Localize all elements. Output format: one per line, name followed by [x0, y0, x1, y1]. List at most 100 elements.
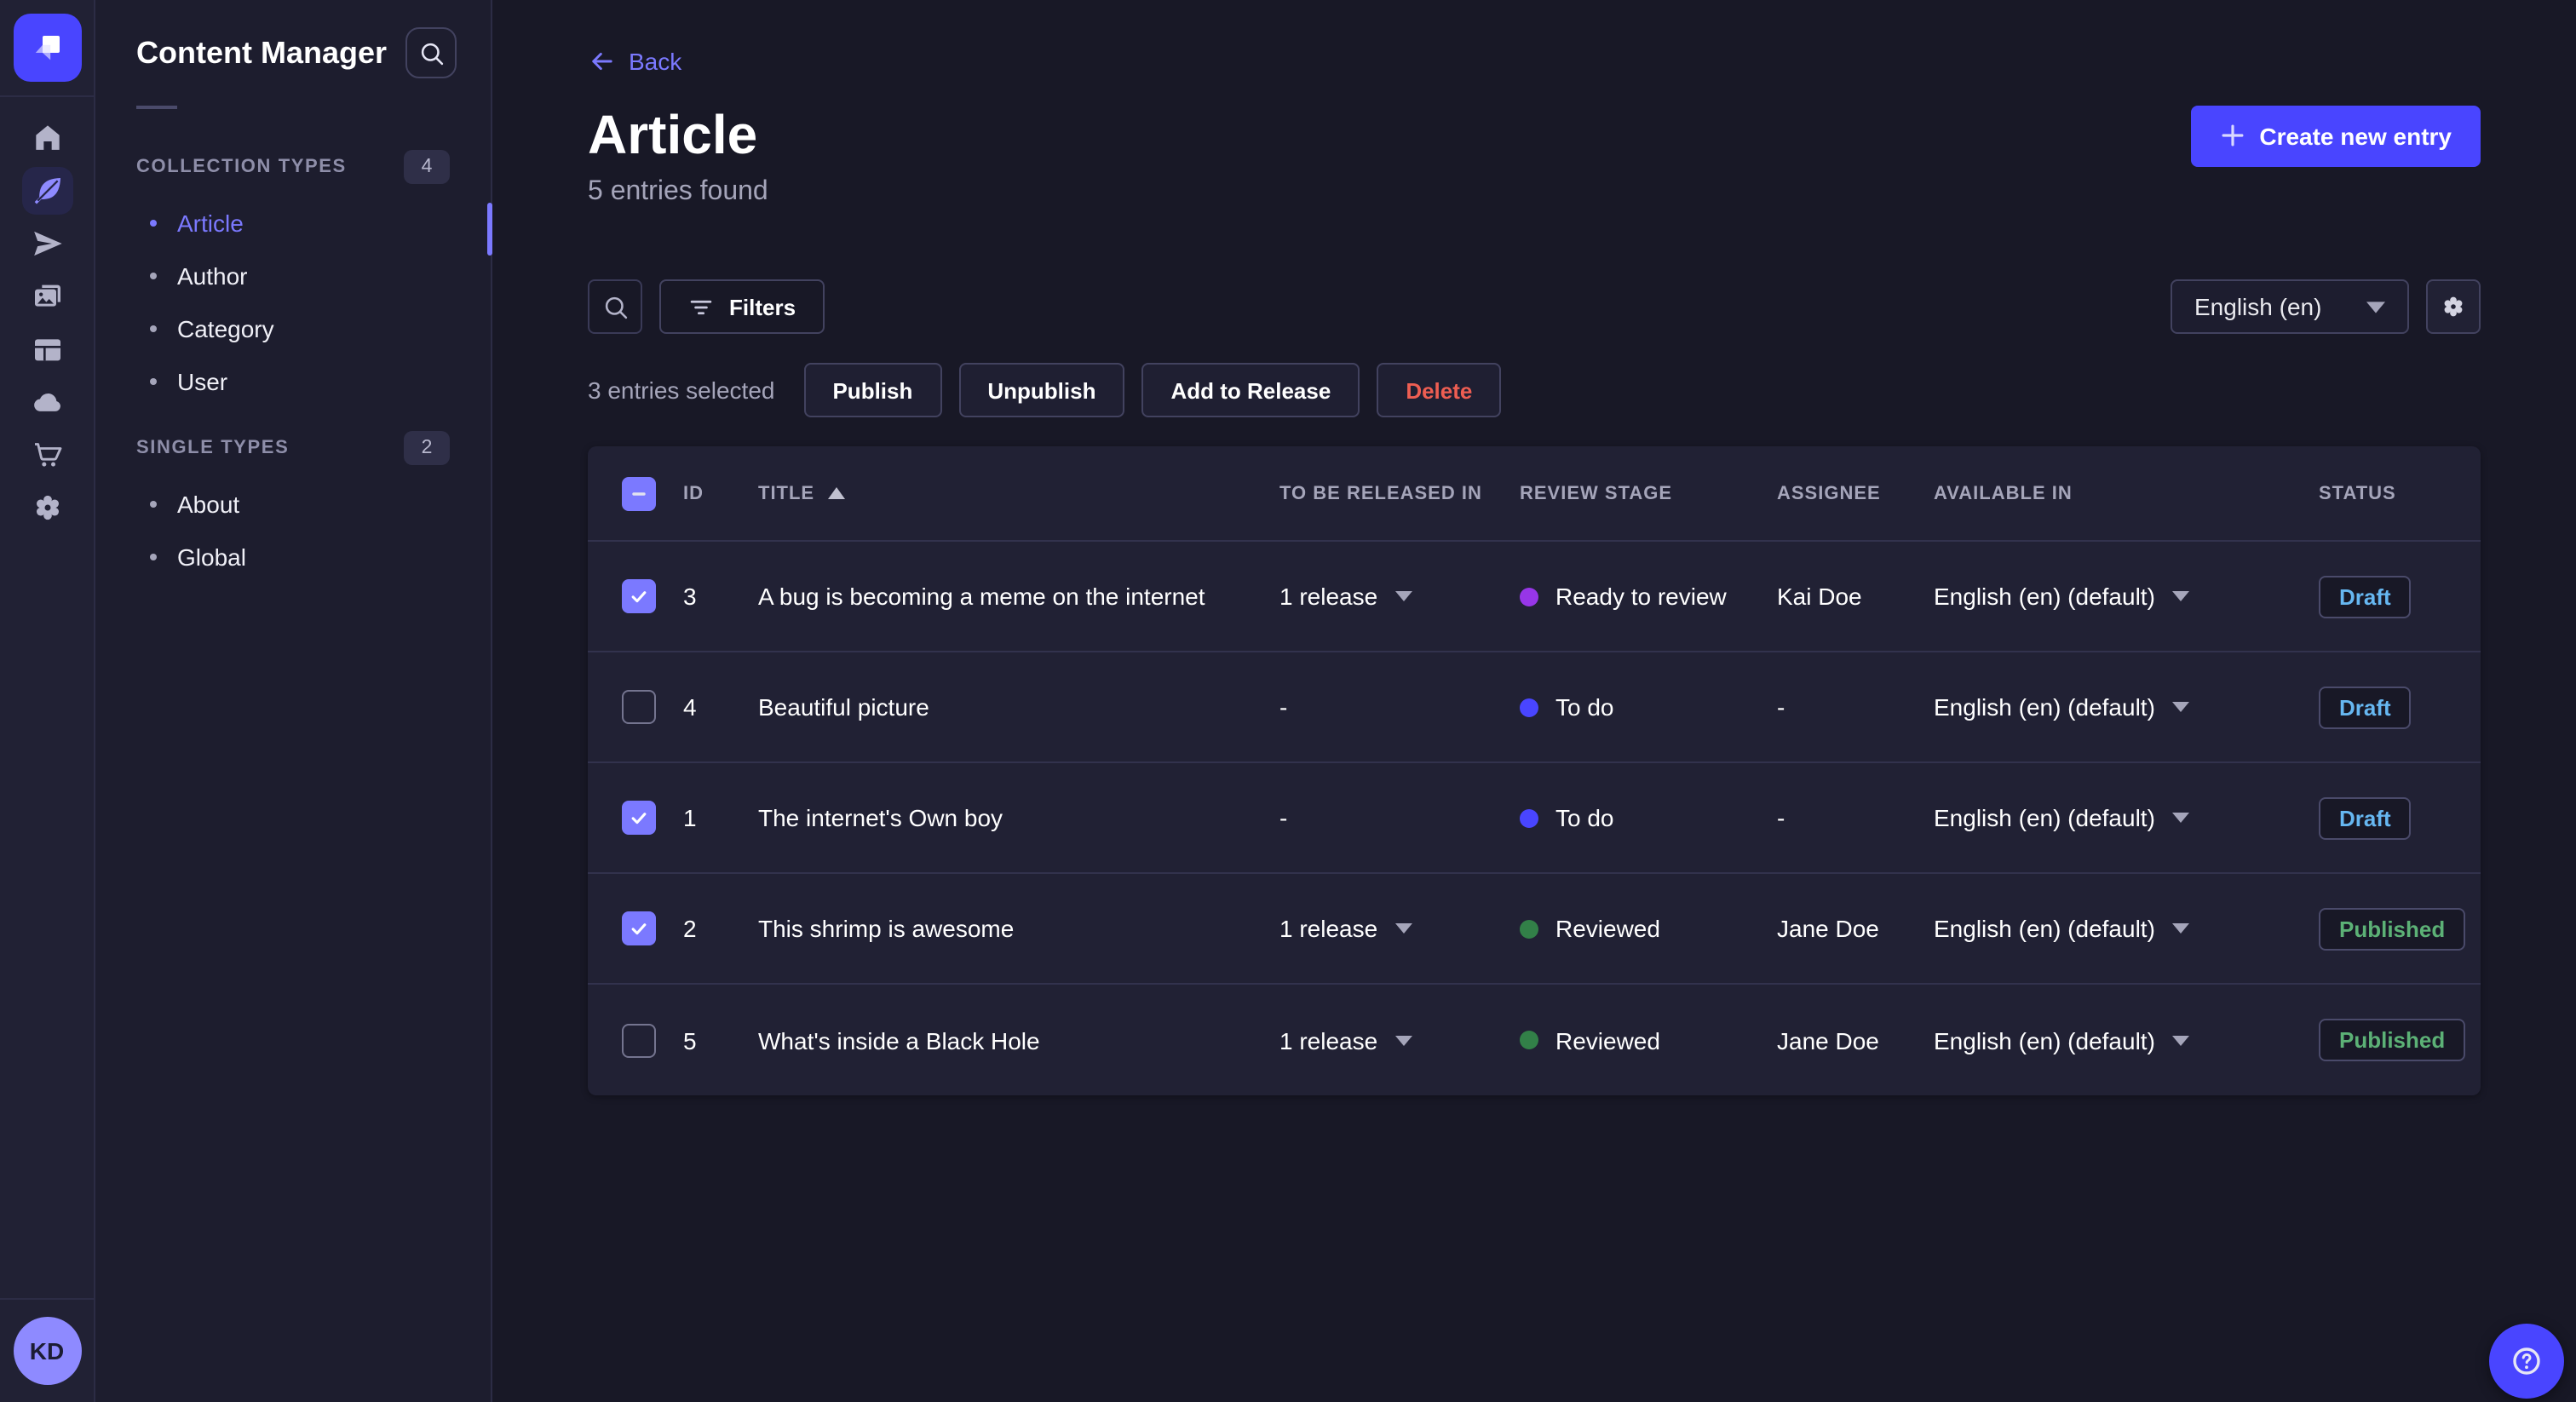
cell-released[interactable]: 1 release	[1279, 1026, 1520, 1054]
strapi-logo[interactable]	[13, 14, 81, 82]
column-header-id[interactable]: ID	[683, 483, 758, 503]
cell-assignee: -	[1777, 693, 1785, 721]
deploy-cloud-icon[interactable]	[21, 378, 72, 426]
content-manager-sidebar: Content Manager COLLECTION TYPES 4 Artic…	[95, 0, 492, 1402]
sidebar-item-global[interactable]: Global	[95, 530, 491, 583]
view-settings-button[interactable]	[2426, 279, 2481, 334]
back-link[interactable]: Back	[588, 48, 681, 75]
media-library-icon[interactable]	[21, 273, 72, 320]
help-button[interactable]	[2489, 1324, 2564, 1399]
user-avatar[interactable]: KD	[13, 1317, 81, 1385]
search-button[interactable]	[588, 279, 642, 334]
selection-count-text: 3 entries selected	[588, 376, 775, 404]
collection-types-list: Article Author Category User	[95, 196, 491, 407]
chevron-down-icon	[2171, 923, 2189, 934]
table-row[interactable]: 3 A bug is becoming a meme on the intern…	[588, 542, 2481, 652]
stage-label: Reviewed	[1555, 1026, 1660, 1054]
row-checkbox[interactable]	[622, 690, 656, 724]
table-row[interactable]: 5 What's inside a Black Hole 1 release R…	[588, 985, 2481, 1095]
releases-send-icon[interactable]	[21, 220, 72, 267]
cell-title: This shrimp is awesome	[758, 915, 1015, 942]
column-header-available-in[interactable]: AVAILABLE IN	[1934, 483, 2319, 503]
cell-id: 3	[683, 583, 697, 610]
released-value: 1 release	[1279, 915, 1378, 942]
section-label: SINGLE TYPES	[136, 438, 290, 458]
content-manager-feather-icon[interactable]	[21, 167, 72, 215]
select-all-checkbox[interactable]	[622, 476, 656, 510]
sidebar-item-article[interactable]: Article	[95, 196, 491, 249]
column-header-assignee[interactable]: ASSIGNEE	[1777, 483, 1934, 503]
selection-action-bar: 3 entries selected Publish Unpublish Add…	[588, 363, 2481, 417]
sidebar-item-user[interactable]: User	[95, 354, 491, 407]
table-header-row: ID TITLE TO BE RELEASED IN REVIEW STAGE …	[588, 446, 2481, 542]
title-row: Article Create new entry	[588, 104, 2481, 167]
locale-select[interactable]: English (en)	[2171, 279, 2409, 334]
row-checkbox[interactable]	[622, 911, 656, 945]
bullet-icon	[150, 272, 157, 279]
cell-assignee: Kai Doe	[1777, 583, 1862, 610]
cell-review-stage: Reviewed	[1520, 1026, 1777, 1054]
cell-released[interactable]: 1 release	[1279, 583, 1520, 610]
toolbar-right: English (en)	[2171, 279, 2481, 334]
filters-button[interactable]: Filters	[659, 279, 825, 334]
locale-value: English (en) (default)	[1934, 1026, 2155, 1054]
sidebar-item-category[interactable]: Category	[95, 302, 491, 354]
locale-value: English (en)	[2194, 293, 2322, 320]
entries-table: ID TITLE TO BE RELEASED IN REVIEW STAGE …	[588, 446, 2481, 1095]
cell-available-in[interactable]: English (en) (default)	[1934, 804, 2319, 831]
marketplace-cart-icon[interactable]	[21, 431, 72, 479]
sidebar-item-author[interactable]: Author	[95, 249, 491, 302]
table-row[interactable]: 2 This shrimp is awesome 1 release Revie…	[588, 874, 2481, 985]
cell-released[interactable]: 1 release	[1279, 915, 1520, 942]
single-types-list: About Global	[95, 477, 491, 583]
sidebar-item-label: Category	[177, 314, 274, 342]
stage-dot	[1520, 808, 1538, 827]
column-header-review-stage[interactable]: REVIEW STAGE	[1520, 483, 1777, 503]
cell-id: 2	[683, 915, 697, 942]
cell-available-in[interactable]: English (en) (default)	[1934, 583, 2319, 610]
delete-button[interactable]: Delete	[1377, 363, 1502, 417]
chevron-down-icon	[1394, 591, 1412, 601]
cell-assignee: Jane Doe	[1777, 915, 1879, 942]
content-type-builder-icon[interactable]	[21, 325, 72, 373]
column-header-title[interactable]: TITLE	[758, 483, 1279, 503]
section-header: COLLECTION TYPES 4	[95, 150, 491, 184]
section-count-badge: 2	[404, 431, 450, 465]
collection-types-section: COLLECTION TYPES 4 Article Author Catego…	[95, 150, 491, 407]
check-icon	[631, 923, 647, 935]
sidebar-search-button[interactable]	[405, 27, 457, 78]
cell-released: -	[1279, 804, 1288, 831]
gear-icon	[2444, 296, 2463, 317]
sidebar-item-label: About	[177, 490, 240, 517]
cell-title: What's inside a Black Hole	[758, 1026, 1040, 1054]
check-icon	[631, 813, 647, 825]
toolbar-left: Filters	[588, 279, 825, 334]
cell-review-stage: To do	[1520, 804, 1777, 831]
cell-available-in[interactable]: English (en) (default)	[1934, 1026, 2319, 1054]
rail-nav	[21, 114, 72, 531]
sidebar-item-about[interactable]: About	[95, 477, 491, 530]
cell-id: 1	[683, 804, 697, 831]
row-checkbox[interactable]	[622, 801, 656, 835]
plus-icon	[2222, 124, 2244, 147]
cell-available-in[interactable]: English (en) (default)	[1934, 693, 2319, 721]
cell-review-stage: Ready to review	[1520, 583, 1777, 610]
row-checkbox[interactable]	[622, 579, 656, 613]
bullet-icon	[150, 553, 157, 560]
create-button-label: Create new entry	[2259, 122, 2452, 149]
cell-available-in[interactable]: English (en) (default)	[1934, 915, 2319, 942]
unpublish-button[interactable]: Unpublish	[958, 363, 1125, 417]
sidebar-item-label: Author	[177, 261, 248, 289]
cell-title: The internet's Own boy	[758, 804, 1003, 831]
publish-button[interactable]: Publish	[803, 363, 942, 417]
table-row[interactable]: 4 Beautiful picture - To do - English (e…	[588, 652, 2481, 763]
column-header-status[interactable]: STATUS	[2319, 483, 2481, 503]
column-header-released[interactable]: TO BE RELEASED IN	[1279, 483, 1520, 503]
locale-value: English (en) (default)	[1934, 583, 2155, 610]
row-checkbox[interactable]	[622, 1023, 656, 1057]
add-to-release-button[interactable]: Add to Release	[1141, 363, 1360, 417]
table-row[interactable]: 1 The internet's Own boy - To do - Engli…	[588, 763, 2481, 874]
settings-gear-icon[interactable]	[21, 484, 72, 531]
create-new-entry-button[interactable]: Create new entry	[2191, 105, 2481, 166]
home-icon[interactable]	[21, 114, 72, 162]
